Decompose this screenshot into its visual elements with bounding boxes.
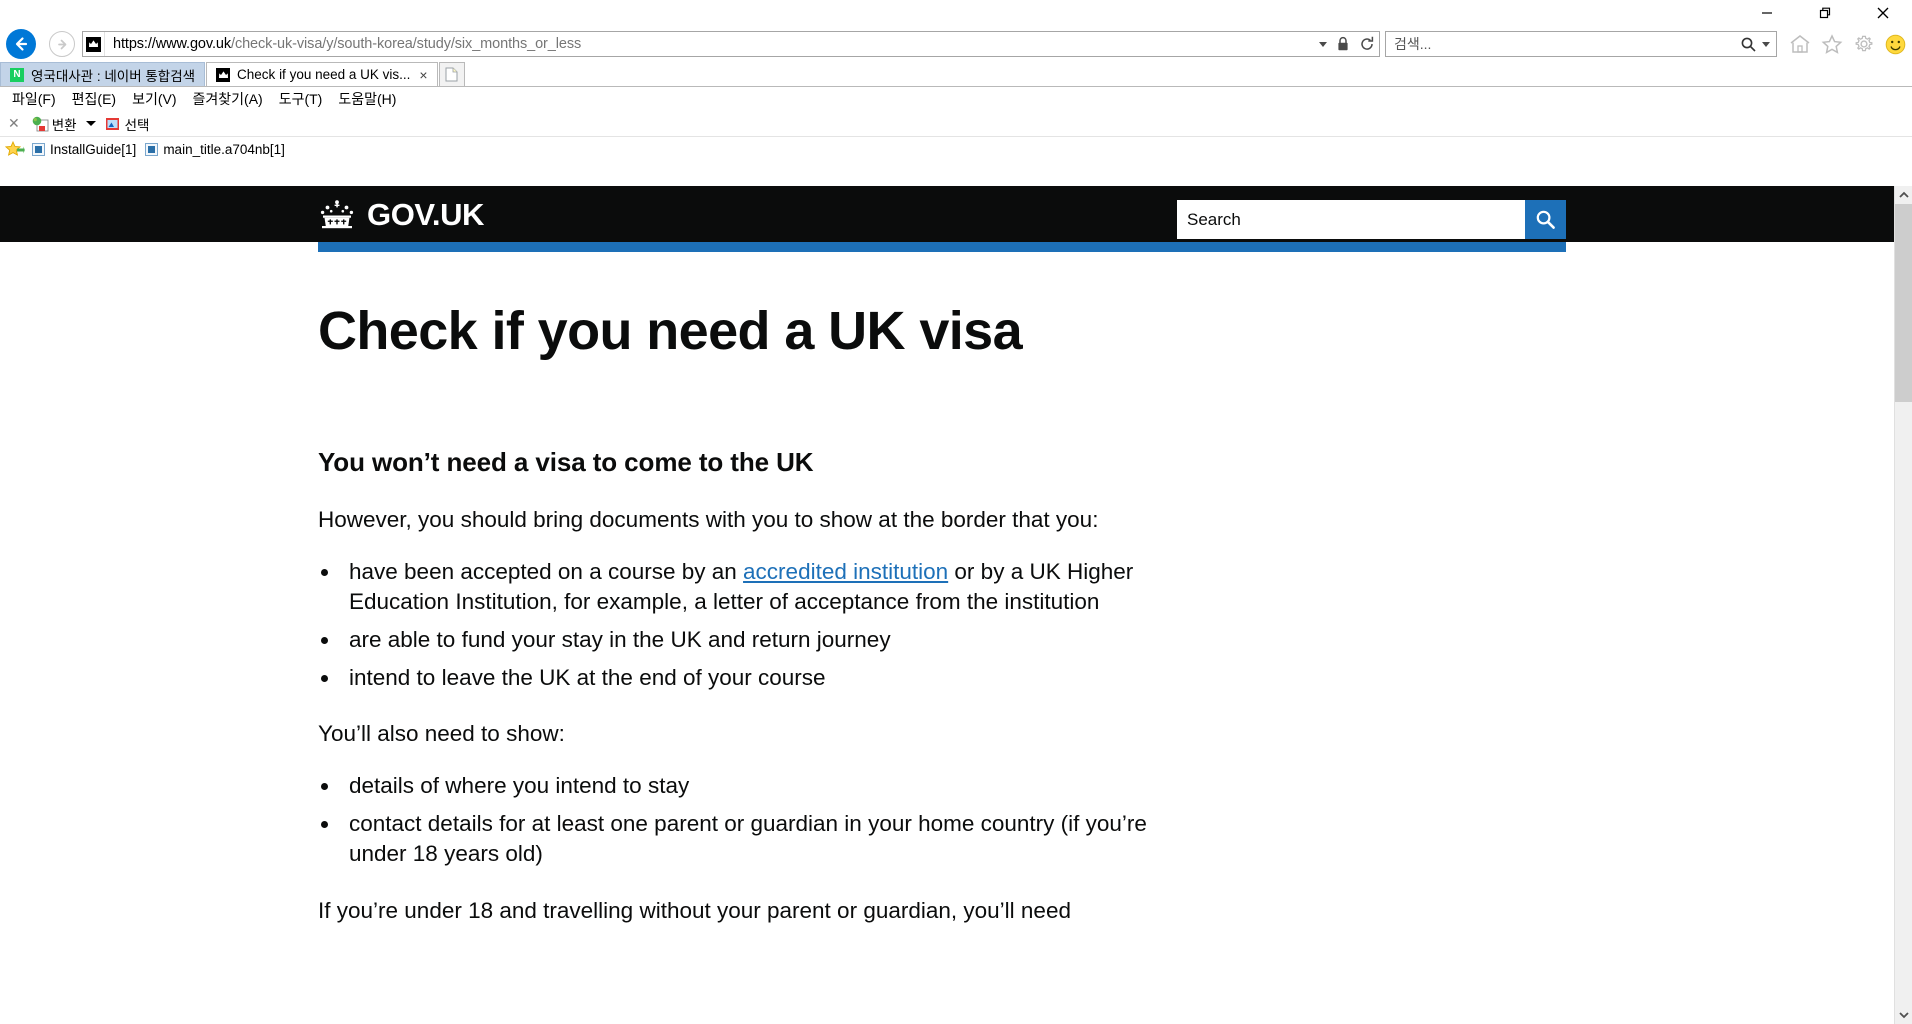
chevron-down-icon[interactable] bbox=[85, 121, 96, 126]
star-icon[interactable] bbox=[1821, 34, 1843, 54]
favorite-main-title[interactable]: main_title.a704nb[1] bbox=[145, 142, 294, 157]
tab-naver[interactable]: N 영국대사관 : 네이버 통합검색 bbox=[0, 62, 206, 86]
page-title: Check if you need a UK visa bbox=[318, 301, 1023, 361]
favorite-label: InstallGuide[1] bbox=[50, 142, 137, 157]
crown-icon bbox=[83, 32, 105, 56]
smiley-icon[interactable] bbox=[1885, 34, 1906, 55]
favorite-installguide[interactable]: InstallGuide[1] bbox=[32, 142, 145, 157]
scroll-down-button[interactable] bbox=[1895, 1006, 1912, 1024]
section-heading: You won’t need a visa to come to the UK bbox=[318, 446, 814, 477]
govuk-page: GOV.UK Check if you need a UK visa You w… bbox=[0, 186, 1894, 1024]
back-arrow-icon bbox=[6, 29, 36, 59]
browser-toolbar-icons bbox=[1777, 34, 1906, 55]
naver-icon: N bbox=[10, 67, 24, 82]
site-search-button[interactable] bbox=[1525, 200, 1566, 239]
back-button[interactable] bbox=[0, 26, 42, 62]
bullet-text-before: have been accepted on a course by an bbox=[349, 558, 744, 584]
tab-title: 영국대사관 : 네이버 통합검색 bbox=[31, 68, 196, 84]
forward-arrow-icon bbox=[49, 31, 75, 57]
close-tab-icon[interactable]: × bbox=[419, 67, 427, 83]
menu-file[interactable]: 파일(F) bbox=[4, 89, 64, 109]
url-domain: https://www.gov.uk bbox=[113, 36, 232, 52]
convert-label: 변환 bbox=[51, 117, 77, 133]
browser-search-box[interactable]: 검색... bbox=[1385, 31, 1777, 57]
list-item: details of where you intend to stay bbox=[341, 771, 1161, 801]
page-viewport: GOV.UK Check if you need a UK visa You w… bbox=[0, 186, 1912, 1024]
secondary-lead-paragraph: You’ll also need to show: bbox=[318, 721, 565, 747]
secondary-bullet-list: details of where you intend to stay cont… bbox=[341, 771, 1161, 869]
crown-icon bbox=[216, 67, 231, 82]
list-item: contact details for at least one parent … bbox=[341, 809, 1161, 869]
menu-bar: 파일(F) 편집(E) 보기(V) 즐겨찾기(A) 도구(T) 도움말(H) bbox=[0, 87, 1912, 111]
page-content: Check if you need a UK visa You won’t ne… bbox=[318, 252, 1558, 926]
forward-button[interactable] bbox=[42, 26, 82, 62]
favorite-label: main_title.a704nb[1] bbox=[163, 142, 285, 157]
chevron-down-icon[interactable] bbox=[1762, 41, 1770, 47]
royal-crown-icon bbox=[318, 199, 356, 229]
title-bar bbox=[0, 0, 1912, 26]
chevron-down-icon[interactable] bbox=[1319, 41, 1327, 47]
restore-button[interactable] bbox=[1796, 0, 1854, 26]
search-icon bbox=[1536, 210, 1555, 229]
tab-gov-uk[interactable]: Check if you need a UK vis... × bbox=[206, 62, 438, 86]
list-item: intend to leave the UK at the end of you… bbox=[341, 663, 1161, 693]
tab-strip: N 영국대사관 : 네이버 통합검색 Check if you need a U… bbox=[0, 62, 1912, 87]
list-item: are able to fund your stay in the UK and… bbox=[341, 625, 1161, 655]
scroll-up-button[interactable] bbox=[1895, 186, 1912, 204]
convert-icon bbox=[32, 116, 49, 131]
gear-icon[interactable] bbox=[1853, 34, 1875, 54]
menu-edit[interactable]: 편집(E) bbox=[64, 89, 124, 109]
primary-bullet-list: have been accepted on a course by an acc… bbox=[341, 557, 1161, 693]
browser-search-controls bbox=[1734, 36, 1776, 53]
extension-toolbar: ✕ 변환 선택 bbox=[0, 111, 1912, 137]
select-button[interactable]: 선택 bbox=[105, 114, 154, 134]
site-search bbox=[1177, 200, 1566, 239]
document-icon bbox=[32, 143, 45, 156]
minimize-button[interactable] bbox=[1738, 0, 1796, 26]
navigation-toolbar: https://www.gov.uk/check-uk-visa/y/south… bbox=[0, 26, 1912, 62]
close-toolbar-icon[interactable]: ✕ bbox=[4, 115, 32, 132]
document-icon bbox=[145, 143, 159, 156]
list-item: have been accepted on a course by an acc… bbox=[341, 557, 1161, 617]
intro-paragraph: However, you should bring documents with… bbox=[318, 506, 1099, 532]
select-label: 선택 bbox=[124, 117, 150, 133]
tab-title: Check if you need a UK vis... bbox=[237, 67, 411, 82]
accredited-institution-link[interactable]: accredited institution bbox=[743, 559, 948, 584]
chevron-up-icon bbox=[1899, 191, 1909, 198]
favorites-star-icon[interactable] bbox=[4, 140, 26, 160]
browser-window: https://www.gov.uk/check-uk-visa/y/south… bbox=[0, 0, 1912, 1024]
menu-help[interactable]: 도움말(H) bbox=[330, 89, 404, 109]
menu-tools[interactable]: 도구(T) bbox=[271, 89, 331, 109]
close-button[interactable] bbox=[1854, 0, 1912, 26]
govuk-wordmark: GOV.UK bbox=[367, 196, 485, 232]
favorites-bar: InstallGuide[1] main_title.a704nb[1] bbox=[0, 137, 1912, 162]
scrollbar-thumb[interactable] bbox=[1895, 204, 1912, 402]
url-path: /check-uk-visa/y/south-korea/study/six_m… bbox=[231, 36, 582, 52]
home-icon[interactable] bbox=[1789, 34, 1811, 54]
select-icon bbox=[105, 117, 119, 130]
address-bar[interactable]: https://www.gov.uk/check-uk-visa/y/south… bbox=[82, 31, 1380, 57]
new-tab-button[interactable] bbox=[438, 62, 465, 86]
govuk-logo[interactable]: GOV.UK bbox=[318, 199, 484, 230]
browser-search-input[interactable]: 검색... bbox=[1386, 34, 1734, 54]
menu-favorites[interactable]: 즐겨찾기(A) bbox=[185, 89, 271, 109]
site-search-input[interactable] bbox=[1177, 200, 1525, 239]
page-scrollbar[interactable] bbox=[1894, 186, 1912, 1024]
search-icon[interactable] bbox=[1740, 36, 1757, 53]
url-text: https://www.gov.uk/check-uk-visa/y/south… bbox=[107, 36, 1319, 52]
truncated-paragraph: If you’re under 18 and travelling withou… bbox=[318, 898, 1071, 924]
convert-button[interactable]: 변환 bbox=[32, 114, 81, 134]
refresh-icon[interactable] bbox=[1359, 36, 1375, 52]
lock-icon[interactable] bbox=[1336, 36, 1350, 52]
govuk-header: GOV.UK bbox=[0, 186, 1894, 242]
chevron-down-icon bbox=[1899, 1012, 1909, 1019]
govuk-blue-bar bbox=[318, 242, 1566, 252]
address-tools bbox=[1319, 36, 1379, 52]
menu-view[interactable]: 보기(V) bbox=[124, 89, 184, 109]
